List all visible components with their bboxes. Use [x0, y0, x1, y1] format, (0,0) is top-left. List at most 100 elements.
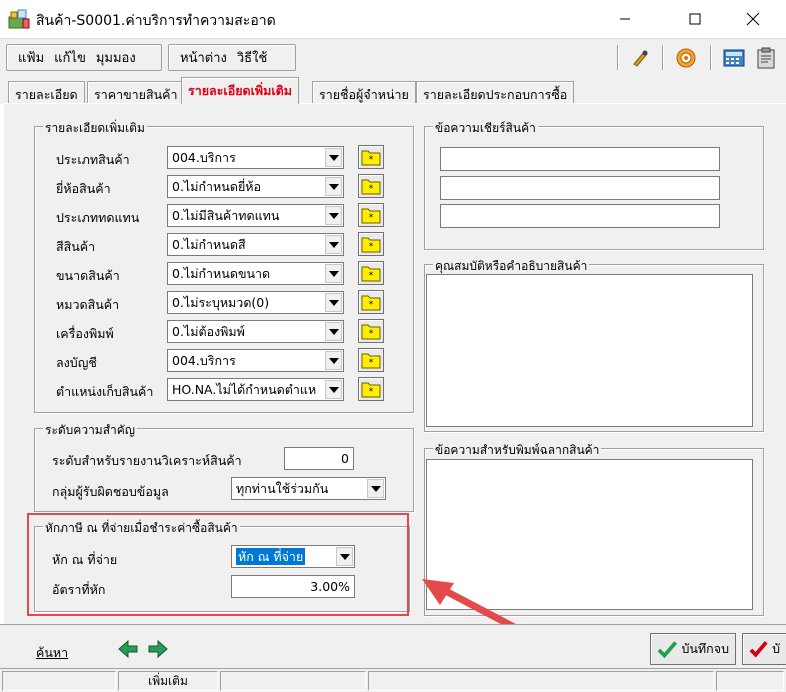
properties-textarea[interactable] — [426, 274, 753, 427]
checkmark-icon — [657, 641, 678, 659]
svg-text:*: * — [369, 300, 374, 310]
save-partial-button[interactable]: บั — [742, 633, 786, 665]
status-cell-3 — [220, 671, 366, 691]
folder-icon[interactable]: * — [358, 145, 384, 169]
promo-text-line-1[interactable] — [440, 147, 720, 171]
folder-icon[interactable]: * — [358, 348, 384, 372]
folder-icon[interactable]: * — [358, 174, 384, 198]
detail-select[interactable]: 0.ไม่กำหนดยี่ห้อ — [167, 175, 344, 198]
detail-select[interactable]: 0.ไม่กำหนดขนาด — [167, 262, 344, 285]
chevron-down-icon[interactable] — [325, 235, 342, 254]
calculator-icon[interactable] — [720, 44, 748, 71]
detail-label: ประเภททดแทน — [56, 210, 140, 225]
chevron-down-icon[interactable] — [325, 264, 342, 283]
detail-label: สีสินค้า — [56, 239, 96, 254]
svg-text:*: * — [369, 213, 374, 223]
status-cell-5 — [716, 671, 784, 691]
chevron-down-icon[interactable] — [325, 206, 342, 225]
phone-icon[interactable] — [626, 44, 654, 71]
detail-label: ยี่ห้อสินค้า — [56, 181, 111, 196]
promo-text-line-3[interactable] — [440, 204, 720, 228]
detail-select[interactable]: 0.ไม่มีสินค้าทดแทน — [167, 204, 344, 227]
folder-icon[interactable]: * — [358, 319, 384, 343]
detail-label: ตำแหน่งเก็บสินค้า — [56, 384, 154, 399]
data-owner-label: กลุ่มผู้รับผิดชอบข้อมูล — [52, 484, 169, 499]
menu-edit[interactable]: แก้ไข — [54, 47, 86, 68]
detail-select[interactable]: 004.บริการ — [167, 146, 344, 169]
minimize-button[interactable] — [602, 0, 648, 38]
svg-text:*: * — [369, 387, 374, 397]
title-bar: สินค้า-S0001.ค่าบริการทำความสะอาด — [0, 0, 786, 38]
svg-text:*: * — [369, 155, 374, 165]
toolbar-separator — [710, 45, 712, 70]
checkmark-red-icon — [749, 641, 768, 658]
toolbar-separator — [617, 45, 619, 70]
folder-icon[interactable]: * — [358, 261, 384, 285]
search-link[interactable]: ค้นหา — [36, 643, 68, 663]
toolbar-separator — [662, 45, 664, 70]
detail-value: 0.ไม่กำหนดขนาด — [172, 265, 271, 281]
report-level-input[interactable]: 0 — [284, 447, 354, 470]
chevron-down-icon[interactable] — [325, 351, 342, 370]
detail-select[interactable]: HO.NA.ไม่ได้กำหนดตำแห — [167, 378, 344, 401]
menu-file[interactable]: แฟ้ม — [18, 47, 44, 68]
close-button[interactable] — [730, 0, 776, 38]
detail-select[interactable]: 0.ไม่ต้องพิมพ์ — [167, 320, 344, 343]
bottom-bar: ค้นหา บันทึกจบ บั — [0, 624, 786, 668]
svg-text:*: * — [369, 329, 374, 339]
maximize-button[interactable] — [672, 0, 718, 38]
label-text-title: ข้อความสำหรับพิมพ์ฉลากสินค้า — [433, 441, 602, 460]
arrow-left-icon[interactable] — [116, 638, 140, 660]
detail-select[interactable]: 0.ไม่ระบุหมวด(0) — [167, 291, 344, 314]
detail-value: 0.ไม่มีสินค้าทดแทน — [172, 207, 280, 223]
tab-suppliers[interactable]: รายชื่อผู้จำหน่าย — [312, 81, 416, 104]
chevron-down-icon[interactable] — [325, 148, 342, 167]
detail-label: ประเภทสินค้า — [56, 152, 130, 167]
clipboard-icon[interactable] — [752, 44, 780, 71]
folder-icon[interactable]: * — [358, 377, 384, 401]
tab-more-details[interactable]: รายละเอียดเพิ่มเติม — [181, 77, 300, 104]
detail-select[interactable]: 0.ไม่กำหนดสี — [167, 233, 344, 256]
chevron-down-icon[interactable] — [325, 380, 342, 399]
svg-text:*: * — [369, 358, 374, 368]
detail-label: ขนาดสินค้า — [56, 268, 120, 283]
tab-sale-price[interactable]: ราคาขายสินค้า — [87, 81, 185, 104]
chevron-down-icon[interactable] — [367, 479, 384, 498]
detail-label: เครื่องพิมพ์ — [56, 326, 114, 341]
chevron-down-icon[interactable] — [325, 322, 342, 341]
menu-window[interactable]: หน้าต่าง — [180, 47, 227, 68]
detail-value: HO.NA.ไม่ได้กำหนดตำแห — [172, 381, 317, 397]
chevron-down-icon[interactable] — [325, 177, 342, 196]
highlight-box — [27, 513, 409, 616]
tab-strip: รายละเอียด ราคาขายสินค้า รายละเอียดเพิ่ม… — [0, 76, 786, 104]
report-level-label: ระดับสำหรับรายงานวิเคราะห์สินค้า — [52, 453, 242, 468]
svg-text:*: * — [369, 271, 374, 281]
save-close-label: บันทึกจบ — [681, 641, 729, 656]
menu-view[interactable]: มุมมอง — [96, 47, 136, 68]
tab-purchase-details[interactable]: รายละเอียดประกอบการซื้อ — [416, 81, 575, 104]
detail-select[interactable]: 004.บริการ — [167, 349, 344, 372]
detail-value: 0.ไม่กำหนดสี — [172, 236, 246, 252]
detail-value: 004.บริการ — [172, 149, 236, 165]
menu-help[interactable]: วิธีใช้ — [237, 47, 267, 68]
data-owner-select[interactable]: ทุกท่านใช้ร่วมกัน — [231, 477, 386, 500]
folder-icon[interactable]: * — [358, 232, 384, 256]
menu-bar: แฟ้ม แก้ไข มุมมอง หน้าต่าง วิธีใช้ — [0, 38, 786, 76]
status-mode: เพิ่มเติม — [118, 671, 218, 691]
save-close-button[interactable]: บันทึกจบ — [650, 633, 736, 665]
app-icon — [8, 9, 30, 29]
target-icon[interactable] — [672, 44, 700, 71]
tab-details[interactable]: รายละเอียด — [8, 81, 85, 104]
arrow-right-icon[interactable] — [146, 638, 170, 660]
importance-group-title: ระดับความสำคัญ — [43, 421, 138, 440]
folder-icon[interactable]: * — [358, 203, 384, 227]
data-owner-value: ทุกท่านใช้ร่วมกัน — [236, 480, 329, 496]
folder-icon[interactable]: * — [358, 290, 384, 314]
status-cell-1 — [2, 671, 116, 691]
svg-text:*: * — [369, 184, 374, 194]
detail-label: หมวดสินค้า — [56, 297, 120, 312]
detail-value: 0.ไม่ระบุหมวด(0) — [172, 294, 270, 310]
promo-text-line-2[interactable] — [440, 176, 720, 200]
status-bar: เพิ่มเติม — [0, 668, 786, 692]
chevron-down-icon[interactable] — [325, 293, 342, 312]
